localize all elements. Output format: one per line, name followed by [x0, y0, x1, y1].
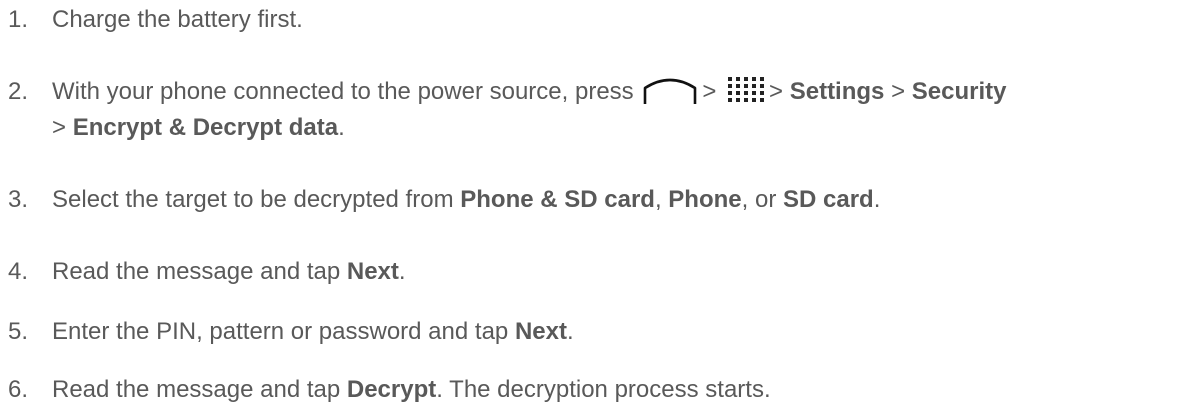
period: . — [566, 318, 574, 345]
step-text: Read the message and tap — [52, 258, 341, 285]
step-5: 5. Enter the PIN, pattern or password and… — [8, 315, 1189, 348]
period: . — [398, 258, 406, 285]
step-text: With your phone connected to the power s… — [52, 78, 634, 105]
separator: > — [702, 78, 717, 105]
option-sd-card: SD card — [783, 186, 874, 213]
step-text-end: . The decryption process starts. — [436, 376, 771, 403]
option-phone-sd-card: Phone & SD card — [460, 186, 655, 213]
option-phone: Phone — [668, 186, 742, 213]
step-4: 4. Read the message and tap Next. — [8, 255, 1189, 288]
step-2: 2. With your phone connected to the power… — [8, 75, 1189, 108]
step-text: Charge the battery first. — [52, 6, 303, 33]
or-text: , or — [741, 186, 777, 213]
step-6: 6. Read the message and tap Decrypt. The … — [8, 373, 1189, 406]
separator: > — [769, 78, 784, 105]
step-3: 3. Select the target to be decrypted from… — [8, 183, 1189, 216]
step-number: 5. — [8, 318, 29, 345]
step-number: 2. — [8, 78, 29, 105]
menu-settings: Settings — [789, 78, 885, 105]
step-text: Enter the PIN, pattern or password and t… — [52, 318, 509, 345]
apps-grid-icon — [727, 76, 765, 104]
step-number: 6. — [8, 376, 29, 403]
step-1: 1. Charge the battery first. — [8, 3, 1189, 36]
comma: , — [654, 186, 662, 213]
menu-encrypt-decrypt: Encrypt & Decrypt data — [72, 114, 339, 141]
separator: > — [52, 114, 67, 141]
step-number: 1. — [8, 6, 29, 33]
action-next: Next — [346, 258, 399, 285]
step-number: 3. — [8, 186, 29, 213]
action-next: Next — [514, 318, 567, 345]
separator: > — [891, 78, 906, 105]
step-2-continued: > Encrypt & Decrypt data. — [52, 111, 345, 144]
step-text: Read the message and tap — [52, 376, 341, 403]
step-number: 4. — [8, 258, 29, 285]
period: . — [338, 114, 345, 141]
step-text: Select the target to be decrypted from — [52, 186, 454, 213]
menu-security: Security — [911, 78, 1007, 105]
period: . — [873, 186, 881, 213]
action-decrypt: Decrypt — [346, 376, 437, 403]
home-icon — [642, 75, 698, 105]
